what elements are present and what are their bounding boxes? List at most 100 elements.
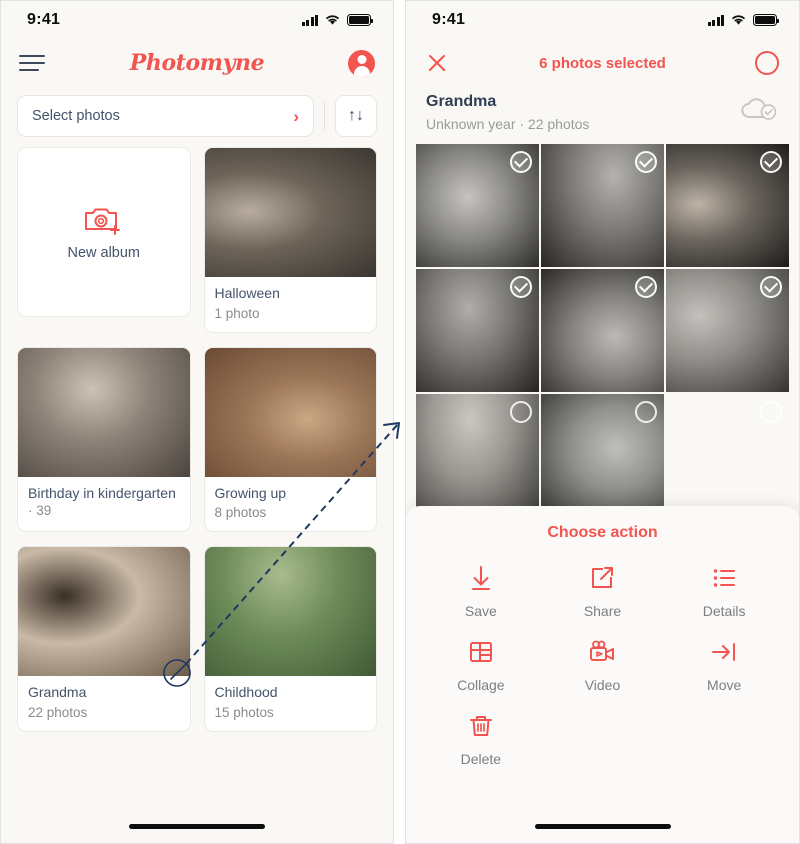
status-bar-left: 9:41 <box>1 1 393 39</box>
album-subtitle: Unknown year · 22 photos <box>426 116 590 132</box>
phone-right-selection-screen: 9:41 6 photos selected Grandma Unknown y… <box>405 0 800 844</box>
status-icons <box>301 14 374 26</box>
action-label: Save <box>464 603 497 619</box>
action-share-button[interactable]: Share <box>542 564 664 619</box>
photo-cell[interactable] <box>541 269 664 392</box>
album-title: Grandma <box>28 684 87 701</box>
select-photos-button[interactable]: Select photos › <box>17 95 314 137</box>
chevron-right-icon: › <box>293 106 299 126</box>
album-title: Birthday in kindergarten · 39 <box>28 484 176 519</box>
action-label: Move <box>707 677 742 693</box>
home-indicator <box>534 824 671 829</box>
photo-unselected-circle-icon[interactable] <box>760 401 782 423</box>
action-label: Details <box>702 603 746 619</box>
share-box-arrow-icon <box>592 567 614 588</box>
video-camera-icon <box>590 640 615 661</box>
photo-cell[interactable] <box>666 269 789 392</box>
album-thumbnail <box>204 148 376 277</box>
photo-selected-check-icon[interactable] <box>635 276 657 298</box>
action-label: Delete <box>460 751 502 767</box>
action-label: Share <box>583 603 622 619</box>
album-thumbnail <box>18 547 190 677</box>
album-thumbnail <box>204 347 376 477</box>
status-time: 9:41 <box>432 11 466 28</box>
status-icons <box>707 14 780 26</box>
action-move-button[interactable]: Move <box>663 638 785 693</box>
photo-grid <box>406 144 799 517</box>
action-save-button[interactable]: Save <box>420 564 542 619</box>
photo-cell[interactable] <box>416 394 539 517</box>
album-meta: Grandma 22 photos <box>18 676 190 731</box>
cloud-synced-icon[interactable] <box>739 93 779 123</box>
photo-cell[interactable] <box>416 144 539 267</box>
action-details-button[interactable]: Details <box>663 564 785 619</box>
album-thumbnail <box>18 347 190 477</box>
choose-action-sheet: Choose action Save Share Details Collage Vid… <box>406 506 799 843</box>
camera-plus-icon <box>84 208 120 235</box>
photo-cell[interactable] <box>666 144 789 267</box>
new-album-button[interactable]: New album <box>17 147 191 317</box>
album-thumbnail <box>204 547 376 677</box>
photo-selected-check-icon[interactable] <box>635 151 657 173</box>
photo-selected-check-icon[interactable] <box>510 276 532 298</box>
phone-left-albums-screen: 9:41 Photomyne Select photos › ↑↓ New al… <box>0 0 394 844</box>
action-delete-button[interactable]: Delete <box>420 712 542 767</box>
selection-header: 6 photos selected <box>406 39 799 87</box>
download-arrow-icon <box>471 566 490 590</box>
album-grid: New album Halloween 1 photo Birthday in ki… <box>1 147 393 732</box>
album-meta: Growing up 8 photos <box>205 477 377 532</box>
signal-bars-icon <box>707 14 724 26</box>
album-count: · 39 <box>28 503 52 519</box>
album-count: 8 photos <box>214 505 267 520</box>
album-card[interactable]: Halloween 1 photo <box>203 147 377 333</box>
photo-selected-check-icon[interactable] <box>510 151 532 173</box>
photo-unselected-circle-icon[interactable] <box>635 401 657 423</box>
brand-logo: Photomyne <box>129 50 265 76</box>
album-card[interactable]: Grandma 22 photos <box>17 546 191 732</box>
wifi-icon <box>326 15 339 25</box>
sort-arrows-icon[interactable]: ↑↓ <box>335 95 377 137</box>
collage-grid-icon <box>469 642 492 662</box>
action-collage-button[interactable]: Collage <box>420 638 542 693</box>
album-info: Grandma Unknown year · 22 photos <box>406 87 799 144</box>
photo-cell[interactable] <box>541 144 664 267</box>
battery-full-icon <box>753 14 780 26</box>
album-meta: Childhood 15 photos <box>205 676 377 731</box>
action-label: Collage <box>457 677 505 693</box>
album-meta: Halloween 1 photo <box>205 277 377 332</box>
album-title: Growing up <box>214 484 287 501</box>
album-count: 15 photos <box>214 704 274 720</box>
photo-cell[interactable] <box>541 394 664 517</box>
signal-bars-icon <box>301 14 318 26</box>
selection-count-title: 6 photos selected <box>539 54 666 72</box>
select-photos-label: Select photos <box>32 108 120 124</box>
action-label: Video <box>584 677 621 693</box>
album-title: Halloween <box>214 285 280 301</box>
photo-selected-check-icon[interactable] <box>760 276 782 298</box>
app-header: Photomyne <box>1 39 393 87</box>
action-video-button[interactable]: Video <box>542 638 664 693</box>
trash-delete-icon <box>469 716 492 736</box>
photo-selected-check-icon[interactable] <box>760 151 782 173</box>
album-card[interactable]: Growing up 8 photos <box>203 346 377 533</box>
album-card[interactable]: Childhood 15 photos <box>203 546 377 732</box>
select-photos-row: Select photos › ↑↓ <box>1 87 393 147</box>
account-avatar-icon[interactable] <box>348 49 375 77</box>
move-arrow-bar-icon <box>712 643 736 661</box>
album-count: 22 photos <box>28 704 88 720</box>
photo-cell[interactable] <box>416 269 539 392</box>
photo-unselected-circle-icon[interactable] <box>510 401 532 423</box>
new-album-label: New album <box>67 244 141 261</box>
album-count: 1 photo <box>214 305 260 321</box>
photo-cell[interactable] <box>666 394 789 517</box>
album-meta: Birthday in kindergarten · 39 <box>18 477 190 532</box>
choose-action-title: Choose action <box>547 524 658 541</box>
divider <box>324 101 325 131</box>
details-list-icon <box>713 569 736 587</box>
wifi-icon <box>732 15 745 25</box>
battery-full-icon <box>347 14 374 26</box>
album-name: Grandma <box>426 93 497 110</box>
home-indicator <box>129 824 265 829</box>
album-card[interactable]: Birthday in kindergarten · 39 <box>17 346 191 533</box>
status-bar-right: 9:41 <box>406 1 799 39</box>
